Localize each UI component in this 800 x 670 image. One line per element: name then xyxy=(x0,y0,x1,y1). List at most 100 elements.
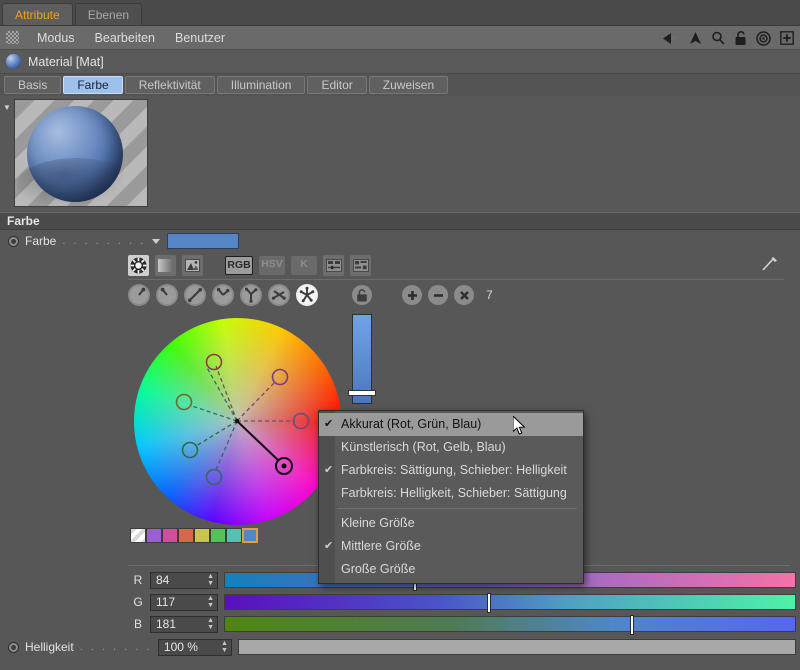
channel-label-g: G xyxy=(133,595,143,609)
swatch-yellow[interactable] xyxy=(194,528,210,543)
material-preview-row: ▼ xyxy=(0,96,800,212)
wheel-marker[interactable] xyxy=(205,353,223,371)
spinner-icon[interactable]: ▲ ▼ xyxy=(207,595,214,609)
radio-button-icon[interactable] xyxy=(8,641,19,653)
harmony-single-icon[interactable] xyxy=(128,284,150,306)
menu-item-farbkreis-saettigung[interactable]: ✔ Farbkreis: Sättigung, Schieber: Hellig… xyxy=(319,459,583,482)
window-tab-ebenen[interactable]: Ebenen xyxy=(74,3,143,25)
color-options-popup-menu[interactable]: ✔ Akkurat (Rot, Grün, Blau) Künstlerisch… xyxy=(318,410,584,584)
search-icon[interactable] xyxy=(711,31,725,45)
color-wheel-icon[interactable] xyxy=(128,254,149,276)
object-header: Material [Mat] xyxy=(0,50,800,74)
menu-item-modus[interactable]: Modus xyxy=(27,26,85,50)
plus-icon[interactable] xyxy=(402,285,422,305)
close-x-icon[interactable] xyxy=(454,285,474,305)
chevron-down-icon[interactable] xyxy=(151,238,160,244)
rgb-row-g: G 117 ▲ ▼ xyxy=(0,592,800,613)
tab-illumination[interactable]: Illumination xyxy=(216,76,306,94)
color-label: Farbe xyxy=(25,234,57,248)
tab-zuweisen[interactable]: Zuweisen xyxy=(368,76,449,94)
sliders-icon[interactable] xyxy=(323,254,344,276)
material-preview[interactable] xyxy=(14,99,148,207)
color-swatch[interactable] xyxy=(166,233,239,249)
swatch-teal[interactable] xyxy=(226,528,242,543)
dot-leader: . . . . . . . . xyxy=(62,235,146,247)
swatch-purple[interactable] xyxy=(146,528,162,543)
target-icon[interactable] xyxy=(756,30,771,46)
menu-item-mittlere-groesse[interactable]: ✔ Mittlere Größe xyxy=(319,535,583,558)
lock-open-icon[interactable] xyxy=(352,285,372,305)
check-icon: ✔ xyxy=(324,418,334,430)
material-sphere-icon xyxy=(6,54,21,69)
swatch-strip xyxy=(130,528,258,543)
button-rgb[interactable]: RGB xyxy=(225,255,253,275)
menu-item-bearbeiten[interactable]: Bearbeiten xyxy=(85,26,165,50)
radio-button-icon[interactable] xyxy=(8,235,19,247)
brightness-row: Helligkeit . . . . . . . 100 % ▲ ▼ xyxy=(0,637,800,657)
window-tab-attribute[interactable]: Attribute xyxy=(2,3,73,25)
spinner-icon[interactable]: ▲ ▼ xyxy=(207,573,214,587)
harmony-tetrad-icon[interactable] xyxy=(240,284,262,306)
b-slider-track[interactable] xyxy=(224,615,796,635)
r-value-field[interactable]: 84 ▲ ▼ xyxy=(150,571,218,589)
harmony-complement-icon[interactable] xyxy=(156,284,178,306)
tab-editor[interactable]: Editor xyxy=(307,76,367,94)
wheel-marker[interactable] xyxy=(292,412,310,430)
menu-item-label: Große Größe xyxy=(341,562,416,576)
swatches-icon[interactable] xyxy=(350,254,371,276)
minus-icon[interactable] xyxy=(428,285,448,305)
menu-item-farbkreis-helligkeit[interactable]: Farbkreis: Helligkeit, Schieber: Sättigu… xyxy=(319,482,583,505)
tab-reflektivitaet[interactable]: Reflektivität xyxy=(124,76,215,94)
back-arrow-icon[interactable] xyxy=(662,32,680,45)
harmony-triad-icon[interactable] xyxy=(212,284,234,306)
menu-item-grosse-groesse[interactable]: Große Größe xyxy=(319,558,583,581)
add-box-icon[interactable] xyxy=(780,31,794,45)
eyedropper-icon[interactable] xyxy=(761,255,778,275)
gradient-icon[interactable] xyxy=(155,254,176,276)
swatch-orange[interactable] xyxy=(178,528,194,543)
transparent-swatch[interactable] xyxy=(130,528,146,543)
tab-farbe[interactable]: Farbe xyxy=(63,76,123,94)
wheel-marker[interactable] xyxy=(175,393,193,411)
channel-label-r: R xyxy=(133,573,143,587)
g-slider-knob[interactable] xyxy=(487,593,492,613)
harmony-analogous-icon[interactable] xyxy=(268,284,290,306)
spinner-icon[interactable]: ▲ ▼ xyxy=(207,617,214,631)
swatch-blue-current[interactable] xyxy=(242,528,258,543)
menu-item-label: Kleine Größe xyxy=(341,516,415,530)
triangle-down-icon[interactable]: ▼ xyxy=(0,99,14,112)
wheel-marker[interactable] xyxy=(205,468,223,486)
g-value: 117 xyxy=(156,595,176,609)
b-value-field[interactable]: 181 ▲ ▼ xyxy=(150,615,218,633)
brightness-track[interactable] xyxy=(237,639,796,655)
channel-label-b: B xyxy=(133,617,142,631)
brightness-slider-knob[interactable] xyxy=(348,390,376,396)
g-slider-track[interactable] xyxy=(224,593,796,613)
lock-open-icon[interactable] xyxy=(734,30,747,46)
up-arrow-icon[interactable] xyxy=(689,31,702,45)
grip-dots-icon[interactable] xyxy=(6,31,19,44)
image-icon[interactable] xyxy=(182,254,203,276)
harmony-count: 7 xyxy=(486,288,493,302)
b-slider-knob[interactable] xyxy=(629,615,634,635)
menu-item-kleine-groesse[interactable]: Kleine Größe xyxy=(319,512,583,535)
button-hsv[interactable]: HSV xyxy=(259,255,285,275)
app-root: Attribute Ebenen Modus Bearbeiten Benutz… xyxy=(0,0,800,670)
swatch-green[interactable] xyxy=(210,528,226,543)
harmony-custom-icon[interactable] xyxy=(296,284,318,306)
attribute-tab-bar: Basis Farbe Reflektivität Illumination E… xyxy=(0,74,800,96)
tab-basis[interactable]: Basis xyxy=(4,76,62,94)
menu-item-kuenstlerisch[interactable]: Künstlerisch (Rot, Gelb, Blau) xyxy=(319,436,583,459)
wheel-marker[interactable] xyxy=(181,441,199,459)
swatch-magenta[interactable] xyxy=(162,528,178,543)
button-k[interactable]: K xyxy=(291,255,317,275)
menu-item-akkurat[interactable]: ✔ Akkurat (Rot, Grün, Blau) xyxy=(319,413,583,436)
menu-item-benutzer[interactable]: Benutzer xyxy=(165,26,235,50)
wheel-marker[interactable] xyxy=(271,368,289,386)
harmony-split-icon[interactable] xyxy=(184,284,206,306)
dot-leader: . . . . . . . xyxy=(79,641,152,653)
menu-toolbar-icons xyxy=(662,26,794,50)
g-value-field[interactable]: 117 ▲ ▼ xyxy=(150,593,218,611)
spinner-icon[interactable]: ▲ ▼ xyxy=(221,640,228,654)
brightness-value-field[interactable]: 100 % ▲ ▼ xyxy=(157,638,232,656)
